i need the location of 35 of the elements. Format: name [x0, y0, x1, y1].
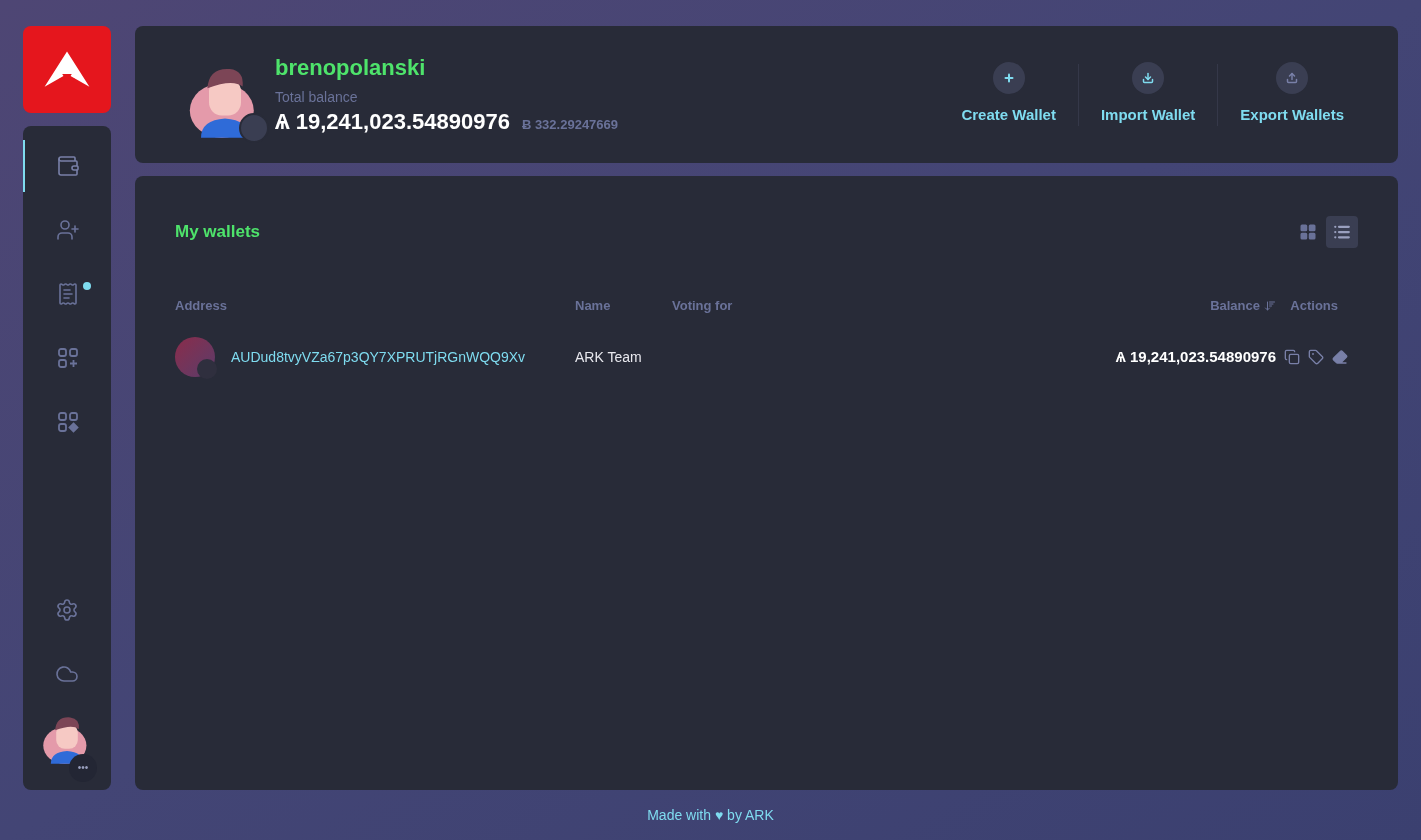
list-view-button[interactable]	[1326, 216, 1358, 248]
header-action[interactable]: Export Wallets	[1218, 62, 1366, 127]
add-apps-icon	[56, 346, 80, 370]
btc-balance: Ƀ 332.29247669	[521, 116, 619, 134]
download-icon	[1132, 62, 1165, 95]
header-action[interactable]: Import Wallet	[1078, 62, 1218, 127]
column-header: Address	[175, 297, 229, 316]
plus-icon	[992, 62, 1025, 95]
profile-menu-button[interactable]: •••	[69, 754, 97, 782]
column-header: Voting for	[672, 297, 734, 316]
footer-text: Made with ♥ by ARK	[647, 805, 774, 825]
wallet-icon	[56, 154, 80, 178]
total-balance: Ѧ 19,241,023.54890976	[275, 108, 510, 136]
header-action[interactable]: Create Wallet	[939, 62, 1078, 127]
grid-icon	[1299, 223, 1317, 241]
tag-icon[interactable]	[1308, 349, 1324, 365]
user-add-icon	[56, 218, 80, 242]
column-header: Actions	[1290, 297, 1339, 316]
column-header: Name	[575, 297, 612, 316]
eraser-icon[interactable]	[1332, 349, 1348, 365]
wallet-balance: Ѧ 19,241,023.54890976	[1115, 346, 1276, 367]
logo-tile[interactable]	[23, 26, 111, 113]
copy-icon[interactable]	[1284, 349, 1300, 365]
sort-icon	[1264, 300, 1276, 312]
settings-icon	[55, 598, 79, 622]
list-icon	[1333, 223, 1351, 241]
wallet-address-link[interactable]: AUDud8tvyVZa67p3QY7XPRUTjRGnWQQ9Xv	[231, 346, 526, 368]
wallet-name: ARK Team	[575, 347, 643, 367]
document-icon	[56, 282, 80, 306]
apps-icon	[56, 410, 80, 434]
username: brenopolanski	[275, 53, 427, 81]
section-title: My wallets	[175, 221, 261, 244]
wallet-avatar	[175, 337, 215, 377]
balance-label: Total balance	[275, 88, 359, 107]
upload-icon	[1276, 62, 1309, 95]
